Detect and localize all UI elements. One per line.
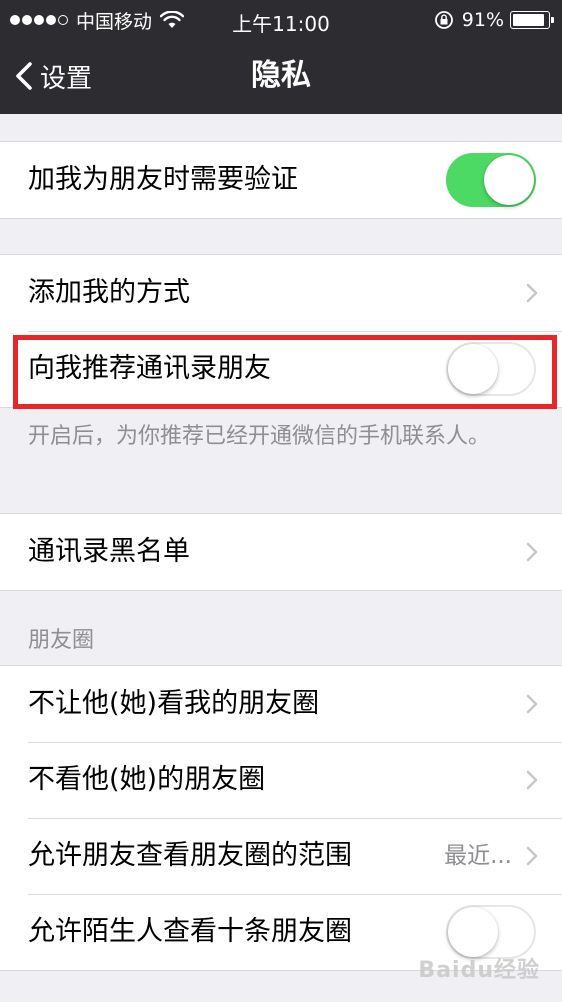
chevron-right-icon (526, 770, 538, 790)
switch-knob (448, 907, 498, 957)
blacklist-row[interactable]: 通讯录黑名单 (0, 514, 562, 590)
chevron-right-icon (526, 542, 538, 562)
blacklist-group: 通讯录黑名单 (0, 513, 562, 591)
blacklist-label: 通讯录黑名单 (28, 536, 190, 567)
chevron-right-icon (526, 694, 538, 714)
page-title: 隐私 (251, 58, 311, 93)
recommend-footnote: 开启后，为你推荐已经开通微信的手机联系人。 (28, 424, 491, 449)
verification-group: 加我为朋友时需要验证 (0, 141, 562, 219)
hide-my-moments-label: 不让他(她)看我的朋友圈 (28, 688, 320, 719)
chevron-right-icon (526, 283, 538, 303)
baidu-watermark: Baidu经验 (418, 958, 540, 983)
verify-row: 加我为朋友时需要验证 (0, 142, 562, 218)
chevron-right-icon (526, 846, 538, 866)
battery-level (513, 14, 544, 26)
moments-range-value: 最近... (444, 843, 512, 869)
recommend-contacts-row: 向我推荐通讯录朋友 (0, 331, 562, 407)
navigation-header: 中国移动 上午11:00 91% 设置 隐私 (0, 0, 562, 114)
moments-group: 不让他(她)看我的朋友圈 不看他(她)的朋友圈 允许朋友查看朋友圈的范围 最近.… (0, 665, 562, 971)
battery-percentage: 91% (461, 9, 504, 31)
add-methods-row[interactable]: 添加我的方式 (0, 255, 562, 331)
contacts-group: 添加我的方式 向我推荐通讯录朋友 (0, 254, 562, 408)
moments-range-label: 允许朋友查看朋友圈的范围 (28, 840, 352, 871)
hide-their-moments-label: 不看他(她)的朋友圈 (28, 764, 266, 795)
recommend-contacts-label: 向我推荐通讯录朋友 (28, 353, 271, 384)
rotation-lock-icon (434, 11, 453, 29)
status-right: 91% (434, 8, 554, 32)
recommend-contacts-toggle[interactable] (446, 342, 536, 396)
add-methods-label: 添加我的方式 (28, 277, 190, 308)
verify-label: 加我为朋友时需要验证 (28, 164, 298, 195)
switch-knob (448, 344, 498, 394)
hide-my-moments-row[interactable]: 不让他(她)看我的朋友圈 (0, 666, 562, 742)
hide-their-moments-row[interactable]: 不看他(她)的朋友圈 (0, 742, 562, 818)
status-bar: 中国移动 上午11:00 91% (0, 0, 562, 40)
verify-toggle[interactable] (446, 153, 536, 207)
moments-section-title: 朋友圈 (28, 628, 95, 653)
moments-range-row[interactable]: 允许朋友查看朋友圈的范围 最近... (0, 818, 562, 894)
stranger-moments-label: 允许陌生人查看十条朋友圈 (28, 916, 352, 947)
stranger-moments-toggle[interactable] (446, 905, 536, 959)
switch-knob (484, 155, 534, 205)
battery-icon (510, 11, 554, 29)
